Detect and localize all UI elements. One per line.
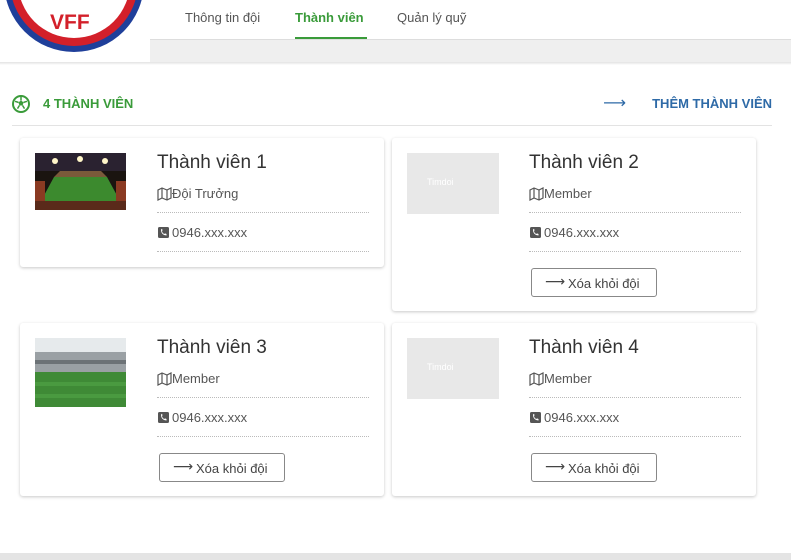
member-name: Thành viên 4 [529, 337, 639, 358]
member-role: Đội Trưởng [172, 186, 239, 201]
tab-team-info[interactable]: Thông tin đội [185, 10, 260, 25]
remove-from-team-button[interactable]: ⟶ Xóa khỏi đội [531, 453, 657, 482]
active-tab-indicator [295, 37, 367, 39]
member-phone-row: 0946.xxx.xxx [157, 225, 369, 252]
member-name: Thành viên 3 [157, 337, 267, 358]
member-name: Thành viên 2 [529, 152, 639, 173]
header-shadow [0, 62, 791, 65]
placeholder-watermark: Timdoi [427, 177, 454, 187]
avatar-placeholder: Timdoi [407, 338, 499, 399]
member-role: Member [544, 371, 592, 386]
placeholder-watermark: Timdoi [427, 362, 454, 372]
member-phone: 0946.xxx.xxx [544, 225, 620, 240]
add-member-link[interactable]: THÊM THÀNH VIÊN [652, 96, 772, 111]
tab-bar: Thông tin đội Thành viên Quản lý quỹ [150, 0, 791, 40]
map-icon [529, 372, 544, 386]
member-role-row: Member [529, 371, 741, 398]
logo-text: VFF [50, 11, 90, 34]
member-role: Member [544, 186, 592, 201]
tab-fund-management[interactable]: Quản lý quỹ [397, 10, 466, 25]
member-count-heading: 4 THÀNH VIÊN [43, 96, 134, 111]
member-phone: 0946.xxx.xxx [172, 410, 248, 425]
arrow-right-icon: ⟶ [545, 274, 566, 290]
map-icon [157, 187, 172, 201]
member-avatar-photo [35, 338, 126, 407]
member-role-row: Member [157, 371, 369, 398]
member-card: Timdoi Thành viên 4 Member 0946.xxx.xxx … [392, 323, 756, 496]
remove-from-team-button[interactable]: ⟶ Xóa khỏi đội [159, 453, 285, 482]
footer-divider [0, 553, 791, 560]
member-card: Thành viên 3 Member 0946.xxx.xxx ⟶ Xóa k… [20, 323, 384, 496]
arrow-right-icon[interactable]: ⟶ [603, 93, 626, 112]
remove-button-label: Xóa khỏi đội [568, 461, 640, 476]
phone-icon [530, 412, 541, 423]
remove-from-team-button[interactable]: ⟶ Xóa khỏi đội [531, 268, 657, 297]
member-card: Thành viên 1 Đội Trưởng 0946.xxx.xxx [20, 138, 384, 267]
header-band [150, 40, 791, 62]
avatar-placeholder: Timdoi [407, 153, 499, 214]
member-role: Member [172, 371, 220, 386]
member-phone: 0946.xxx.xxx [544, 410, 620, 425]
map-icon [529, 187, 544, 201]
phone-icon [530, 227, 541, 238]
map-icon [157, 372, 172, 386]
header: VFF Thông tin đội Thành viên Quản lý quỹ [0, 0, 791, 62]
remove-button-label: Xóa khỏi đội [568, 276, 640, 291]
phone-icon [158, 412, 169, 423]
arrow-right-icon: ⟶ [545, 459, 566, 475]
member-avatar-photo [35, 153, 126, 210]
tab-members[interactable]: Thành viên [295, 10, 364, 25]
members-section-header: 4 THÀNH VIÊN ⟶ THÊM THÀNH VIÊN [12, 92, 772, 126]
member-phone-row: 0946.xxx.xxx [157, 410, 369, 437]
member-phone: 0946.xxx.xxx [172, 225, 248, 240]
member-name: Thành viên 1 [157, 152, 267, 173]
vff-logo[interactable]: VFF [0, 0, 150, 58]
member-card: Timdoi Thành viên 2 Member 0946.xxx.xxx … [392, 138, 756, 311]
remove-button-label: Xóa khỏi đội [196, 461, 268, 476]
arrow-right-icon: ⟶ [173, 459, 194, 475]
member-role-row: Đội Trưởng [157, 186, 369, 213]
member-phone-row: 0946.xxx.xxx [529, 225, 741, 252]
member-role-row: Member [529, 186, 741, 213]
soccer-ball-icon [12, 95, 30, 113]
phone-icon [158, 227, 169, 238]
member-phone-row: 0946.xxx.xxx [529, 410, 741, 437]
